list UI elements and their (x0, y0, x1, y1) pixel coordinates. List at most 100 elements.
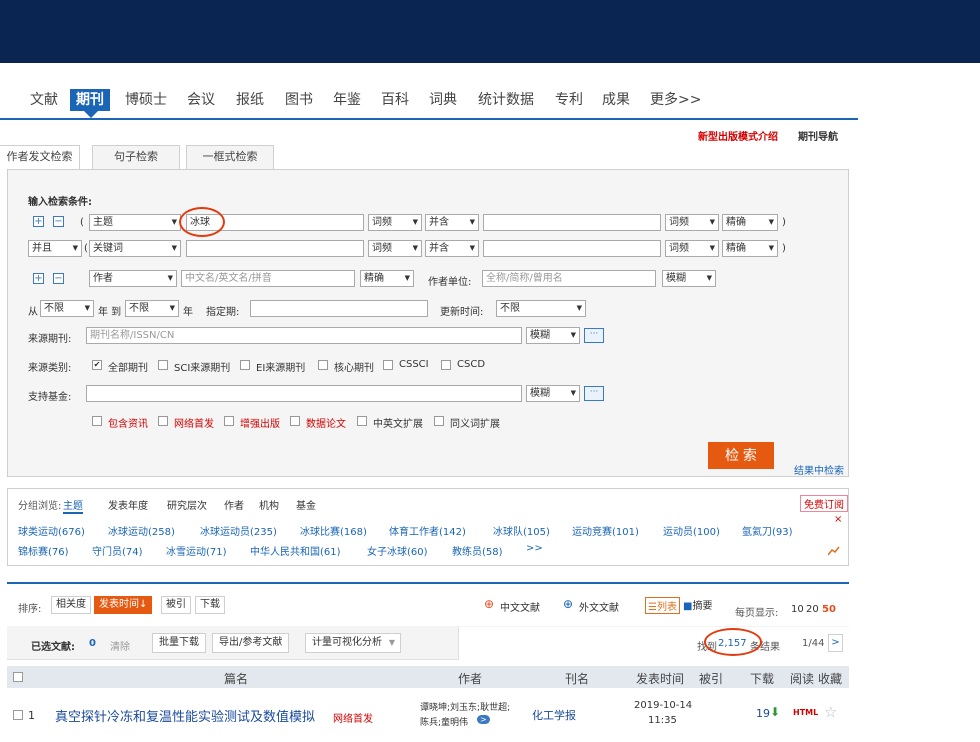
opt-news-checkbox[interactable] (92, 416, 102, 426)
col-date[interactable]: 发表时间 (636, 670, 684, 687)
group-tab-subject[interactable]: 主题 (63, 497, 83, 514)
select-all-checkbox[interactable] (13, 672, 23, 682)
new-mode-link[interactable]: 新型出版模式介绍 (698, 128, 778, 143)
group-item[interactable]: 运动竞赛(101) (572, 523, 639, 538)
match-select-1[interactable]: 精确 (722, 214, 778, 231)
group-tab-institution[interactable]: 机构 (259, 497, 279, 512)
op-select-2[interactable]: 并含 (425, 240, 479, 257)
tab-statistics[interactable]: 统计数据 (478, 89, 534, 111)
group-item[interactable]: 中华人民共和国(61) (250, 543, 341, 558)
col-title[interactable]: 篇名 (224, 670, 248, 687)
group-tab-year[interactable]: 发表年度 (108, 497, 148, 512)
group-tab-author[interactable]: 作者 (224, 497, 244, 512)
opt-synonym-checkbox[interactable] (434, 416, 444, 426)
chinese-docs-link[interactable]: 中文文献 (500, 599, 540, 614)
row-authors-line1[interactable]: 谭晓坤;刘玉东;耿世超; (420, 700, 510, 713)
freq-select-2[interactable]: 词频 (368, 240, 422, 257)
add-row-icon[interactable]: + (33, 216, 44, 227)
keyword-input-2[interactable] (186, 240, 364, 257)
author-field-select[interactable]: 作者 (89, 270, 177, 287)
spec-period-input[interactable] (250, 300, 428, 317)
op-select-1[interactable]: 并含 (425, 214, 479, 231)
update-select[interactable]: 不限 (496, 300, 586, 317)
view-list-button[interactable]: ☰列表 (645, 597, 680, 614)
group-item[interactable]: 守门员(74) (92, 543, 143, 558)
per-page-20[interactable]: 20 (806, 604, 819, 615)
tab-more[interactable]: 更多>> (650, 89, 701, 111)
chart-icon[interactable] (827, 546, 840, 559)
visual-analysis-button[interactable]: 计量可视化分析 ▼ (305, 633, 401, 653)
group-item[interactable]: 女子冰球(60) (367, 543, 428, 558)
remove-row-icon[interactable]: − (53, 216, 64, 227)
year-from-select[interactable]: 不限 (40, 300, 94, 317)
year-to-select[interactable]: 不限 (125, 300, 179, 317)
tab-newspaper[interactable]: 报纸 (236, 89, 264, 111)
col-journal[interactable]: 刊名 (565, 670, 589, 687)
per-page-50[interactable]: 50 (822, 604, 836, 615)
cat-cssci-checkbox[interactable] (383, 360, 393, 370)
freq2-select-1[interactable]: 词频 (665, 214, 719, 231)
group-item[interactable]: 冰雪运动(71) (166, 543, 227, 558)
col-read[interactable]: 阅读 (790, 670, 814, 687)
clear-link[interactable]: 清除 (110, 638, 130, 653)
tab-encyclopedia[interactable]: 百科 (381, 89, 409, 111)
group-tab-level[interactable]: 研究层次 (167, 497, 207, 512)
sort-relevance[interactable]: 相关度 (51, 596, 91, 614)
keyword-input-1b[interactable] (483, 214, 661, 231)
col-author[interactable]: 作者 (458, 670, 482, 687)
group-item[interactable]: 教练员(58) (452, 543, 503, 558)
group-tab-fund[interactable]: 基金 (296, 497, 316, 512)
export-button[interactable]: 导出/参考文献 (212, 633, 290, 653)
logic-select-2[interactable]: 并且 (28, 240, 82, 257)
row-checkbox[interactable] (13, 710, 23, 720)
source-input[interactable]: 期刊名称/ISSN/CN (86, 327, 522, 344)
group-item[interactable]: 运动员(100) (663, 523, 720, 538)
tab-achievement[interactable]: 成果 (602, 89, 630, 111)
field-select-2[interactable]: 关键词 (89, 240, 181, 257)
opt-online-checkbox[interactable] (158, 416, 168, 426)
cat-ei-checkbox[interactable] (240, 360, 250, 370)
cat-cscd-checkbox[interactable] (441, 360, 451, 370)
row-journal[interactable]: 化工学报 (532, 707, 576, 723)
cat-all-checkbox[interactable]: ✔ (92, 360, 102, 370)
sort-cited[interactable]: 被引 (161, 596, 191, 614)
row-downloads[interactable]: 19 (756, 707, 770, 720)
keyword-input-2b[interactable] (483, 240, 661, 257)
group-item[interactable]: 体育工作者(142) (389, 523, 466, 538)
tab-book[interactable]: 图书 (285, 89, 313, 111)
add-author-icon[interactable]: + (33, 273, 44, 284)
tab-sentence-search[interactable]: 句子检索 (92, 145, 180, 169)
close-group-icon[interactable]: × (834, 514, 842, 525)
author-input[interactable]: 中文名/英文名/拼音 (181, 270, 355, 287)
tab-patent[interactable]: 专利 (555, 89, 583, 111)
group-item[interactable]: 氩氦刀(93) (742, 523, 793, 538)
next-page-button[interactable]: > (828, 634, 843, 652)
freq2-select-2[interactable]: 词频 (665, 240, 719, 257)
group-item[interactable]: 球类运动(676) (18, 523, 85, 538)
author-match-select[interactable]: 精确 (360, 270, 414, 287)
download-icon[interactable]: ⬇ (770, 705, 780, 719)
unit-input[interactable]: 全称/简称/曾用名 (482, 270, 656, 287)
col-cited[interactable]: 被引 (699, 670, 723, 687)
tab-journal[interactable]: 期刊 (70, 89, 110, 111)
unit-match-select[interactable]: 模糊 (662, 270, 716, 287)
tab-simple-search[interactable]: 一框式检索 (186, 145, 274, 169)
fund-match-select[interactable]: 模糊 (526, 385, 580, 402)
batch-download-button[interactable]: 批量下载 (152, 633, 206, 653)
fund-input[interactable] (86, 385, 522, 402)
group-item[interactable]: 冰球运动员(235) (200, 523, 277, 538)
group-item[interactable]: 锦标赛(76) (18, 543, 69, 558)
search-button[interactable]: 检 索 (708, 442, 774, 469)
chinese-docs-icon[interactable]: ⊕ (484, 597, 494, 611)
group-item[interactable]: 冰球队(105) (493, 523, 550, 538)
remove-author-icon[interactable]: − (53, 273, 64, 284)
html-read-icon[interactable]: HTML (793, 708, 818, 717)
opt-bilingual-checkbox[interactable] (357, 416, 367, 426)
foreign-docs-link[interactable]: 外文文献 (579, 599, 619, 614)
group-item[interactable]: 冰球比赛(168) (300, 523, 367, 538)
per-page-10[interactable]: 10 (791, 604, 804, 615)
fund-picker-icon[interactable]: ··· (584, 386, 604, 401)
tab-author-search[interactable]: 作者发文检索 (0, 145, 80, 171)
more-authors-icon[interactable]: > (477, 715, 490, 724)
opt-data-checkbox[interactable] (290, 416, 300, 426)
